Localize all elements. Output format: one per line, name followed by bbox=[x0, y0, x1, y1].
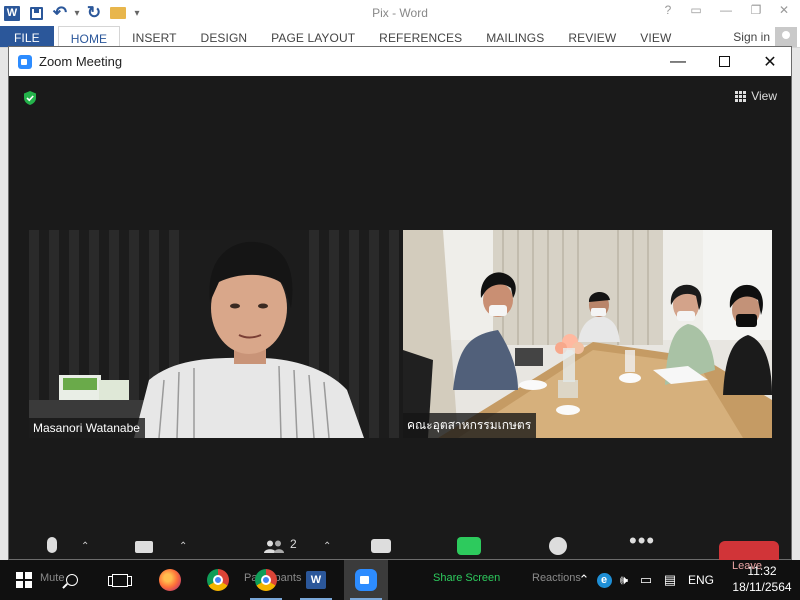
notification-icon[interactable]: ▤ bbox=[658, 560, 682, 600]
chrome-icon bbox=[255, 569, 277, 591]
taskbar-word[interactable]: W bbox=[294, 560, 338, 600]
undo-icon[interactable]: ↶ bbox=[48, 0, 72, 26]
taskbar-firefox[interactable] bbox=[148, 560, 192, 600]
encryption-shield-icon[interactable] bbox=[23, 91, 37, 105]
word-ribbon-tabs: FILE HOME INSERT DESIGN PAGE LAYOUT REFE… bbox=[0, 26, 800, 48]
redo-icon[interactable]: ↻ bbox=[82, 0, 106, 26]
participant-2-name: คณะอุตสาหกรรมเกษตร bbox=[403, 413, 537, 438]
clock-time: 11:32 bbox=[747, 564, 777, 578]
chrome-icon bbox=[207, 569, 229, 591]
tab-mailings[interactable]: MAILINGS bbox=[474, 26, 556, 47]
taskbar-zoom[interactable] bbox=[344, 560, 388, 600]
zoom-icon bbox=[355, 569, 377, 591]
share-screen-icon[interactable] bbox=[457, 537, 481, 555]
firefox-icon bbox=[159, 569, 181, 591]
task-view-icon bbox=[108, 573, 132, 587]
participant-2-video bbox=[403, 230, 772, 438]
view-layout-button[interactable]: View bbox=[735, 89, 777, 103]
tab-design[interactable]: DESIGN bbox=[189, 26, 260, 47]
open-folder-icon[interactable] bbox=[106, 0, 130, 26]
tab-references[interactable]: REFERENCES bbox=[367, 26, 474, 47]
tab-home[interactable]: HOME bbox=[57, 26, 121, 48]
taskbar-chrome-2[interactable] bbox=[244, 560, 288, 600]
save-icon[interactable] bbox=[24, 0, 48, 26]
word-minimize-icon[interactable]: — bbox=[716, 3, 736, 17]
camera-icon[interactable] bbox=[135, 541, 153, 553]
meeting-toolbar: ⌃ ⌃ 2 ⌃ ••• bbox=[9, 530, 791, 565]
start-button[interactable] bbox=[2, 560, 46, 600]
help-button[interactable]: ? bbox=[658, 3, 678, 17]
system-tray: ⌃ e 🕪 ▭ ▤ ENG bbox=[574, 560, 714, 600]
windows-logo-icon bbox=[16, 572, 32, 588]
word-icon: W bbox=[306, 571, 326, 589]
word-title-bar: W ↶ ▾ ↻ ▾ bbox=[0, 0, 800, 26]
network-icon[interactable]: ▭ bbox=[634, 560, 658, 600]
tab-page-layout[interactable]: PAGE LAYOUT bbox=[259, 26, 367, 47]
search-button[interactable] bbox=[50, 560, 94, 600]
video-tile-participant-2[interactable]: คณะอุตสาหกรรมเกษตร bbox=[403, 230, 772, 438]
audio-options-chevron-icon[interactable]: ⌃ bbox=[81, 541, 89, 552]
participants-icon[interactable] bbox=[264, 540, 284, 553]
system-clock[interactable]: 11:32 18/11/2564 bbox=[732, 563, 792, 595]
taskbar-chrome[interactable] bbox=[196, 560, 240, 600]
word-close-icon[interactable]: ✕ bbox=[774, 3, 794, 17]
user-avatar-icon[interactable] bbox=[775, 27, 797, 47]
zoom-window-title: Zoom Meeting bbox=[39, 54, 123, 69]
tab-file[interactable]: FILE bbox=[0, 26, 54, 47]
word-app-icon[interactable]: W bbox=[0, 0, 24, 26]
zoom-meeting-window: Zoom Meeting — ✕ View Masanori Watanabe … bbox=[8, 46, 792, 565]
undo-dropdown-icon[interactable]: ▾ bbox=[72, 0, 82, 26]
tab-insert[interactable]: INSERT bbox=[120, 26, 188, 47]
zoom-app-icon bbox=[18, 54, 32, 69]
more-options-icon[interactable]: ••• bbox=[629, 530, 655, 552]
participants-chevron-icon[interactable]: ⌃ bbox=[323, 541, 331, 552]
input-language[interactable]: ENG bbox=[688, 573, 714, 587]
participant-count: 2 bbox=[290, 537, 297, 551]
customize-toolbar-icon[interactable]: ▾ bbox=[130, 0, 144, 26]
zoom-close-icon[interactable]: ✕ bbox=[747, 47, 793, 76]
task-view-button[interactable] bbox=[98, 560, 142, 600]
participant-1-name: Masanori Watanabe bbox=[29, 418, 145, 438]
edge-tray-icon[interactable]: e bbox=[594, 560, 614, 600]
reactions-icon[interactable] bbox=[549, 537, 567, 555]
chat-icon[interactable] bbox=[371, 539, 391, 553]
volume-icon[interactable]: 🕪 bbox=[614, 560, 634, 600]
zoom-maximize-icon[interactable] bbox=[701, 47, 747, 76]
view-label: View bbox=[751, 89, 777, 103]
search-icon bbox=[66, 574, 78, 586]
tab-view[interactable]: VIEW bbox=[628, 26, 683, 47]
tab-review[interactable]: REVIEW bbox=[556, 26, 628, 47]
share-screen-label[interactable]: Share Screen bbox=[433, 572, 500, 584]
participant-1-video bbox=[29, 230, 399, 438]
zoom-title-bar: Zoom Meeting — ✕ bbox=[9, 47, 791, 76]
show-hidden-icons-icon[interactable]: ⌃ bbox=[574, 560, 594, 600]
ribbon-display-icon[interactable]: ▭ bbox=[686, 3, 706, 17]
video-options-chevron-icon[interactable]: ⌃ bbox=[179, 541, 187, 552]
sign-in-link[interactable]: Sign in bbox=[733, 30, 770, 44]
clock-date: 18/11/2564 bbox=[732, 580, 792, 594]
zoom-minimize-icon[interactable]: — bbox=[655, 47, 701, 76]
video-tile-participant-1[interactable]: Masanori Watanabe bbox=[29, 230, 399, 438]
grid-view-icon bbox=[735, 90, 747, 102]
word-restore-icon[interactable]: ❐ bbox=[746, 3, 766, 17]
microphone-icon[interactable] bbox=[47, 537, 57, 553]
